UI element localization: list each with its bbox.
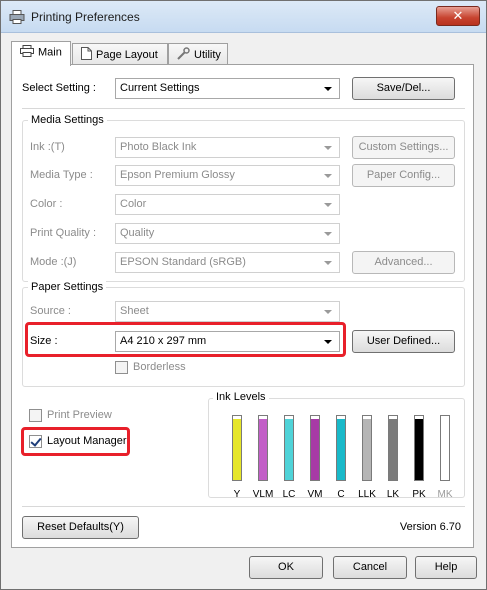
media-type-dropdown[interactable]: Epson Premium Glossy (115, 165, 340, 186)
ink-tube-c (336, 415, 346, 481)
wrench-icon (177, 47, 190, 63)
print-preview-checkbox[interactable] (29, 409, 42, 422)
divider (22, 108, 465, 109)
media-type-label: Media Type : (30, 169, 93, 181)
save-del-button[interactable]: Save/Del... (352, 77, 455, 100)
tab-utility[interactable]: Utility (168, 43, 228, 65)
ink-dropdown[interactable]: Photo Black Ink (115, 137, 340, 158)
select-setting-dropdown[interactable]: Current Settings (115, 78, 340, 99)
ink-tube-vm (310, 415, 320, 481)
printer-icon (20, 45, 34, 60)
ink-level-fill (363, 419, 371, 480)
ink-tube-llk (362, 415, 372, 481)
select-setting-label: Select Setting : (22, 82, 96, 94)
source-value: Sheet (120, 305, 149, 317)
tab-utility-label: Utility (194, 48, 221, 61)
user-defined-button[interactable]: User Defined... (352, 330, 455, 353)
mode-value: EPSON Standard (sRGB) (120, 256, 246, 268)
chevron-down-icon (324, 310, 332, 314)
print-quality-dropdown[interactable]: Quality (115, 223, 340, 244)
media-settings-title: Media Settings (28, 114, 107, 126)
select-setting-value: Current Settings (120, 82, 200, 94)
ink-name-mk: MK (437, 489, 453, 500)
close-button[interactable]: ✕ (436, 6, 480, 26)
ink-tube-mk (440, 415, 450, 481)
advanced-button[interactable]: Advanced... (352, 251, 455, 274)
main-tab-panel: Select Setting : Current Settings Save/D… (11, 64, 474, 548)
ink-level-fill (233, 419, 241, 480)
printer-icon (9, 10, 25, 24)
printing-preferences-window: Printing Preferences ✕ Main Page Layout (0, 0, 487, 590)
source-dropdown[interactable]: Sheet (115, 301, 340, 322)
ink-label: Ink :(T) (30, 141, 65, 153)
ink-name-vm: VM (307, 489, 323, 500)
chevron-down-icon (324, 146, 332, 150)
source-label: Source : (30, 305, 71, 317)
highlight-size-row (25, 322, 346, 357)
custom-settings-button[interactable]: Custom Settings... (352, 136, 455, 159)
print-quality-label: Print Quality : (30, 227, 97, 239)
paper-config-button[interactable]: Paper Config... (352, 164, 455, 187)
ink-name-c: C (337, 489, 345, 500)
version-text: Version 6.70 (399, 521, 461, 533)
ink-name-lk: LK (386, 489, 400, 500)
ink-name-pk: PK (412, 489, 426, 500)
chevron-down-icon (324, 203, 332, 207)
chevron-down-icon (324, 232, 332, 236)
ink-tube-vlm (258, 415, 268, 481)
print-quality-value: Quality (120, 227, 155, 239)
ink-level-fill (311, 419, 319, 480)
chevron-down-icon (324, 174, 332, 178)
page-icon (81, 47, 92, 63)
ink-name-vlm: VLM (252, 489, 274, 500)
media-type-value: Epson Premium Glossy (120, 169, 235, 181)
mode-dropdown[interactable]: EPSON Standard (sRGB) (115, 252, 340, 273)
paper-settings-title: Paper Settings (28, 281, 107, 293)
title-bar: Printing Preferences ✕ (1, 1, 486, 33)
ink-tube-y (232, 415, 242, 481)
chevron-down-icon (324, 261, 332, 265)
ink-level-fill (337, 419, 345, 480)
highlight-layout-manager (21, 427, 130, 456)
ink-level-fill (285, 419, 293, 480)
ink-tube-pk (414, 415, 424, 481)
color-label: Color : (30, 198, 63, 210)
ink-name-lc: LC (282, 489, 296, 500)
window-title: Printing Preferences (31, 10, 140, 24)
tab-page-layout[interactable]: Page Layout (72, 43, 168, 65)
divider (22, 506, 465, 507)
color-value: Color (120, 198, 147, 210)
help-button[interactable]: Help (415, 556, 477, 579)
borderless-label: Borderless (133, 361, 186, 373)
cancel-button[interactable]: Cancel (333, 556, 407, 579)
ink-tube-lc (284, 415, 294, 481)
ink-name-llk: LLK (358, 489, 376, 500)
reset-defaults-button[interactable]: Reset Defaults(Y) (22, 516, 139, 539)
ink-name-y: Y (233, 489, 241, 500)
chevron-down-icon (324, 87, 332, 91)
mode-label: Mode :(J) (30, 256, 77, 268)
ink-value: Photo Black Ink (120, 141, 197, 153)
color-dropdown[interactable]: Color (115, 194, 340, 215)
tab-main[interactable]: Main (11, 41, 71, 66)
ink-levels-display: Y VLM LC VM C LLK LK PK MK (224, 412, 464, 500)
ok-button[interactable]: OK (249, 556, 323, 579)
ink-level-fill (389, 419, 397, 480)
ink-levels-title: Ink Levels (213, 391, 269, 403)
ink-tube-lk (388, 415, 398, 481)
print-preview-label: Print Preview (47, 409, 112, 421)
ink-level-fill (259, 419, 267, 480)
tab-main-label: Main (38, 46, 62, 59)
ink-level-fill (415, 419, 423, 480)
tab-page-layout-label: Page Layout (96, 48, 158, 61)
borderless-checkbox[interactable] (115, 361, 128, 374)
